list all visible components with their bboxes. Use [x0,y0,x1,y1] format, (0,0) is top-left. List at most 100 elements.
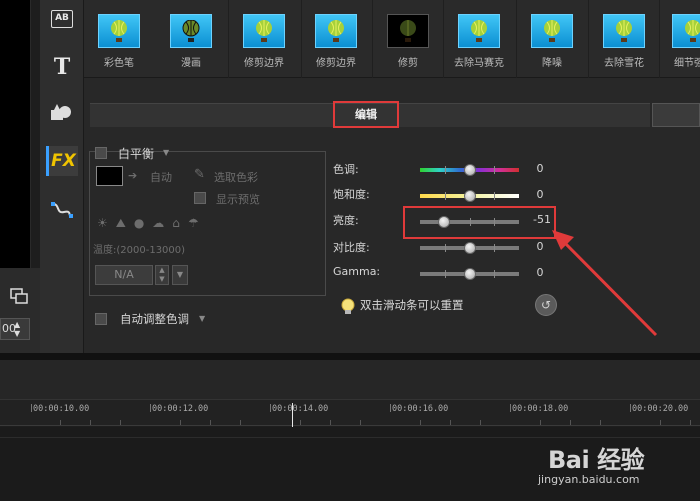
show-preview-label: 显示预览 [216,193,260,206]
slider-tick [445,192,446,200]
auto-tone-dropdown-icon[interactable]: ▼ [199,314,205,323]
timeline-toolbar [0,360,700,400]
arrow-right-icon: ➔ [128,169,138,182]
panel-divider[interactable] [0,353,700,360]
tab-attribute[interactable] [652,103,700,127]
effect-item[interactable]: 漫画 [156,14,226,74]
gamma-slider[interactable] [420,268,519,280]
watermark-url: jingyan.baidu.com [538,473,640,486]
eyedropper-icon[interactable]: ✎ [194,167,205,182]
temperature-dropdown-icon[interactable]: ▼ [172,265,188,285]
effect-item[interactable]: 修剪边界 [301,14,371,74]
watermark-logo: Bai 经验 [548,446,645,474]
ruler-tick-label: 00:00:14.00 [272,404,329,414]
contrast-label: 对比度: [333,241,370,254]
preview-window [0,0,31,268]
fx-icon: FX [51,151,76,171]
contrast-slider[interactable] [420,242,519,254]
brightness-label: 亮度: [333,214,359,227]
slider-tick [494,244,495,252]
transition-icon: AB [51,10,73,28]
effect-label: 去除马赛克 [454,58,504,69]
balloon-icon [672,14,700,48]
balloon-icon [243,14,285,48]
slider-knob[interactable] [464,268,476,280]
effect-label: 去除雪花 [604,58,644,69]
balloon-icon [458,14,500,48]
white-balance-dropdown-icon[interactable]: ▼ [163,148,169,157]
effect-item[interactable]: 修剪 [373,14,443,74]
auto-button[interactable]: 自动 [150,169,172,185]
auto-tone-label: 自动调整色调 [120,312,189,326]
brightness-highlight [403,206,556,239]
white-balance-checkbox[interactable] [95,147,107,159]
slider-tick [445,270,446,278]
saturation-label: 饱和度: [333,188,370,201]
effect-label: 细节强 [674,58,700,69]
effect-item[interactable]: 降噪 [517,14,587,74]
effect-label: 降噪 [542,58,562,69]
slider-tick [494,166,495,174]
snapshot-icon[interactable] [10,288,28,304]
ruler-tick-label: 00:00:20.00 [632,404,689,414]
ruler-tick-label: 00:00:16.00 [392,404,449,414]
effect-item[interactable]: 去除马赛克 [444,14,514,74]
slider-tick [445,244,446,252]
effect-label: 修剪边界 [316,58,356,69]
balloon-icon [315,14,357,48]
reset-hint: 双击滑动条可以重置 [360,298,464,312]
slider-tick [494,192,495,200]
saturation-slider[interactable] [420,190,519,202]
spin-arrows-icon[interactable]: ▲ ▼ [14,320,20,338]
pick-color-button[interactable]: 选取色彩 [214,169,258,185]
effect-item[interactable]: 去除雪花 [589,14,659,74]
temperature-spin-icon[interactable]: ▲ ▼ [155,265,169,285]
ruler-tick-label: 00:00:18.00 [512,404,569,414]
path-icon [51,202,73,218]
reset-icon: ↺ [540,298,552,312]
slider-knob[interactable] [464,242,476,254]
light-source-icons[interactable]: ☀⛰●☁⌂☂ [97,216,207,231]
gamma-value: 0 [536,266,544,279]
playhead[interactable] [292,403,293,427]
white-balance-label: 白平衡 [118,147,155,161]
effect-label: 漫画 [181,58,201,69]
graphics-icon [51,104,71,120]
balloon-comic-icon [170,14,212,48]
slider-knob[interactable] [464,190,476,202]
contrast-value: 0 [536,240,544,253]
slider-knob[interactable] [464,164,476,176]
effect-item[interactable]: 细节强 [660,14,700,74]
balloon-icon [98,14,140,48]
reset-button[interactable]: ↺ [535,294,557,316]
slider-tick [445,166,446,174]
preview-controls [0,268,40,353]
temperature-label: 温度:(2000-13000) [93,245,186,256]
filter-button[interactable]: FX [46,146,78,176]
transition-button[interactable]: AB [46,4,78,34]
ruler-tick-label: 00:00:12.00 [152,404,209,414]
white-balance-color-swatch[interactable] [96,166,123,186]
balloon-dark-icon [387,14,429,48]
balloon-icon [531,14,573,48]
graphics-button[interactable] [46,98,78,128]
auto-tone-checkbox[interactable] [95,313,107,325]
balloon-icon [603,14,645,48]
effect-item[interactable]: 彩色笔 [84,14,154,74]
slider-tick [494,270,495,278]
lightbulb-icon [341,298,355,314]
title-button[interactable]: T [46,52,78,82]
effect-item[interactable]: 修剪边界 [229,14,299,74]
hue-value: 0 [536,162,544,175]
show-preview-checkbox[interactable] [194,192,206,204]
path-button[interactable] [46,195,78,225]
title-icon: T [53,54,71,80]
effect-label: 彩色笔 [104,58,134,69]
ruler-tick-label: 00:00:10.00 [33,404,90,414]
temperature-input[interactable]: N/A [95,265,153,285]
gamma-label: Gamma: [333,265,381,278]
timeline-ruler[interactable] [0,400,700,426]
tab-edit[interactable]: 编辑 [333,101,399,128]
hue-slider[interactable] [420,164,519,176]
effect-label: 修剪 [398,58,418,69]
